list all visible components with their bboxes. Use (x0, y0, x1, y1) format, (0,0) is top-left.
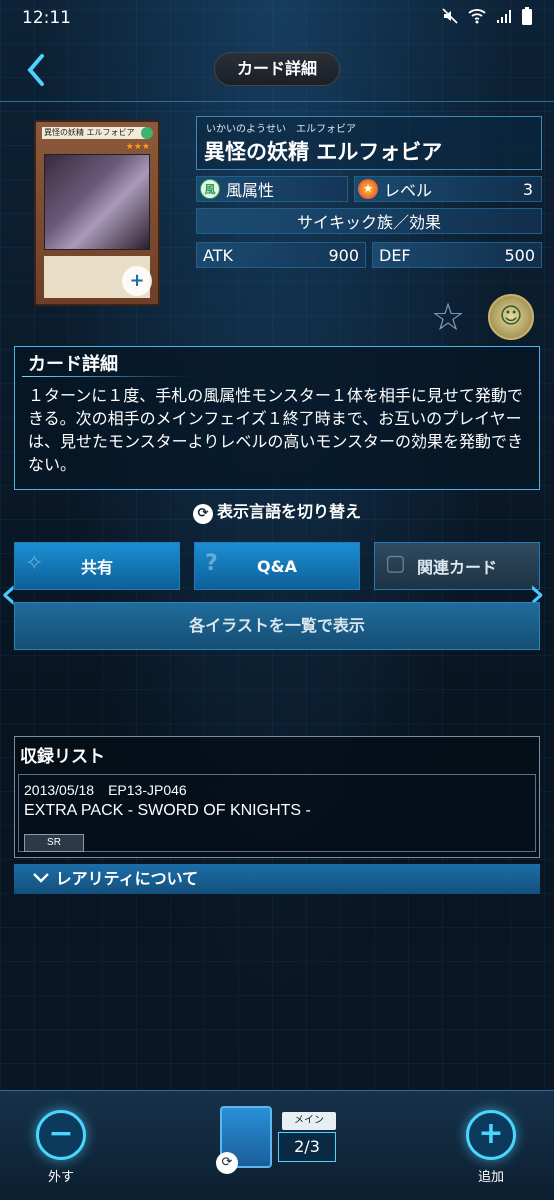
card-image[interactable]: 異怪の妖精 エルフォビア ★★★ + (34, 120, 160, 306)
zoom-icon[interactable]: + (122, 266, 152, 296)
tab-qa-label: Q&A (257, 556, 297, 576)
rarity-badge: SR (24, 834, 84, 852)
attribute-value: 風属性 (226, 181, 275, 200)
atk-value: 900 (328, 245, 359, 265)
attribute-row: 風 風属性 (196, 176, 348, 202)
description-text: １ターンに１度、手札の風属性モンスター１体を相手に見せて発動できる。次の相手のメ… (28, 386, 524, 474)
description-divider (22, 376, 192, 377)
level-label: レベル (384, 181, 433, 200)
mute-icon (442, 7, 458, 29)
record-date-code: 2013/05/18 EP13-JP046 (24, 782, 187, 798)
deck-label: メイン (282, 1112, 336, 1130)
card-ruby: いかいのようせい エルフォビア (206, 124, 356, 135)
wind-attribute-icon: 風 (200, 179, 220, 199)
level-value: 3 (522, 179, 533, 199)
back-chevron-icon[interactable] (24, 50, 64, 90)
card-artwork (44, 154, 150, 250)
deck-icon[interactable]: ⟳ (216, 1106, 272, 1174)
status-icons (442, 6, 532, 30)
related-cards-icon: ▢ (385, 551, 406, 576)
record-pack-name: EXTRA PACK - SWORD OF KNIGHTS - (24, 802, 311, 819)
record-list-title: 収録リスト (20, 747, 105, 767)
card-image-attribute-icon (141, 127, 153, 139)
def-row: DEF 500 (372, 242, 542, 268)
language-toggle-button[interactable]: ⟳ 表示言語を切り替え (0, 498, 554, 524)
rarity-about-button[interactable]: レアリティについて (14, 864, 540, 894)
def-label: DEF (379, 245, 411, 265)
remove-button[interactable]: − (36, 1110, 86, 1160)
add-button[interactable]: + (466, 1110, 516, 1160)
atk-row: ATK 900 (196, 242, 366, 268)
qa-icon: ? (205, 551, 218, 576)
card-image-level-stars: ★★★ (125, 142, 150, 152)
card-image-name: 異怪の妖精 エルフォビア (42, 127, 146, 139)
battery-icon (522, 6, 532, 30)
page-title: カード詳細 (214, 52, 340, 86)
share-icon: ✧ (25, 551, 44, 576)
header-bar: カード詳細 (0, 36, 554, 102)
chevron-down-icon (32, 869, 56, 888)
deck-count: 2/3 (278, 1132, 336, 1162)
type-value: サイキック族／効果 (296, 213, 441, 232)
remove-label: 外す (47, 1170, 74, 1185)
sync-icon: ⟳ (216, 1152, 238, 1174)
wifi-icon (468, 8, 486, 29)
type-row: サイキック族／効果 (196, 208, 542, 234)
tab-related-label: 関連カード (416, 558, 497, 577)
status-time: 12:11 (22, 8, 71, 28)
tab-qa[interactable]: ? Q&A (194, 542, 360, 590)
pot-of-greed-icon[interactable]: ☺ (488, 294, 534, 340)
description-title: カード詳細 (28, 354, 118, 375)
language-toggle-label: 表示言語を切り替え (216, 502, 361, 521)
def-value: 500 (504, 245, 535, 265)
status-bar: 12:11 (0, 0, 554, 36)
rarity-about-label: レアリティについて (55, 869, 199, 888)
tab-related-cards[interactable]: ▢ 関連カード (374, 542, 540, 590)
signal-icon (496, 8, 512, 29)
refresh-icon: ⟳ (192, 504, 213, 524)
card-name: 異怪の妖精 エルフォビア (204, 140, 443, 164)
level-star-icon: ★ (358, 179, 378, 199)
tab-share-label: 共有 (80, 558, 113, 577)
tab-share[interactable]: ✧ 共有 (14, 542, 180, 590)
favorite-star-icon[interactable]: ☆ (428, 298, 468, 338)
show-all-illustrations-button[interactable]: 各イラストを一覧で表示 (14, 602, 540, 650)
add-label: 追加 (477, 1170, 504, 1185)
level-row: ★ レベル 3 (354, 176, 542, 202)
atk-label: ATK (203, 245, 233, 265)
